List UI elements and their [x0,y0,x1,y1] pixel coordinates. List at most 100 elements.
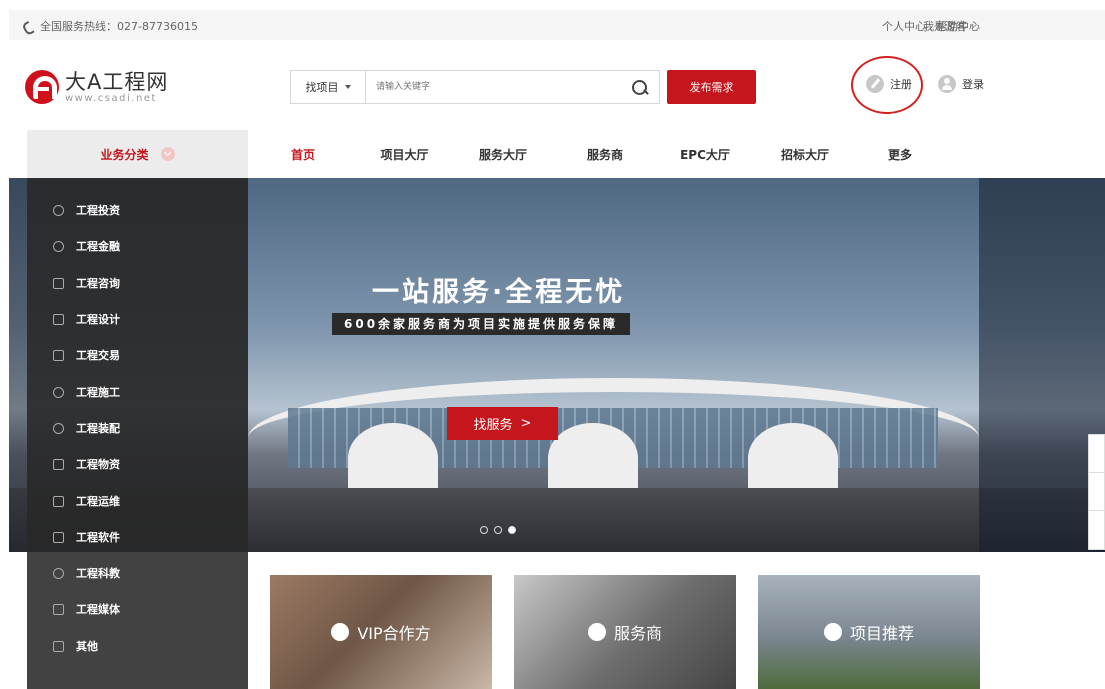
guest-menu[interactable]: 我是游客 [923,18,978,34]
handshake-icon [331,623,350,641]
menu-item-construction[interactable]: 工程施工 [53,382,120,402]
category-menu: 工程投资 工程金融 工程咨询 工程设计 工程交易 工程施工 工程装配 工程物资 … [27,178,248,689]
menu-item-label: 工程设计 [76,313,120,326]
materials-icon [53,458,64,470]
thumbs-up-icon [823,623,842,641]
card-label: 项目推荐 [849,624,914,643]
register-link[interactable]: 注册 [890,76,912,92]
menu-item-label: 工程金融 [76,240,120,253]
hotline-text: 全国服务热线：027-87736015 [40,20,198,33]
nav-item-providers[interactable]: 服务商 [555,146,655,163]
card-service-provider[interactable]: 服务商 [514,575,736,689]
gear-icon [53,567,64,579]
nav-item-more[interactable]: 更多 [855,146,945,163]
login-link[interactable]: 登录 [962,76,984,92]
menu-item-label: 其他 [76,640,98,653]
auth-links: 注册 登录 [866,75,984,93]
banner-subslogan: 600余家服务商为项目实施提供服务保障 [332,313,631,335]
category-label: 业务分类 [100,147,149,162]
chevron-down-icon [969,20,978,29]
carousel-dots [480,526,516,534]
top-bar: 全国服务热线：027-87736015 个人中心 帮助中心 我是游客 [9,10,1105,40]
menu-item-label: 工程媒体 [76,603,120,616]
pen-icon [866,75,884,93]
nav-item-tender[interactable]: 招标大厅 [755,146,855,163]
menu-item-finance[interactable]: 工程金融 [53,236,120,256]
floating-phone-icon[interactable] [1089,473,1104,511]
menu-item-assembly[interactable]: 工程装配 [53,418,120,438]
hotline: 全国服务热线：027-87736015 [23,18,198,34]
assembly-icon [53,422,64,434]
menu-item-operations[interactable]: 工程运维 [53,491,120,511]
carousel-dot[interactable] [494,526,502,534]
menu-item-education[interactable]: 工程科教 [53,563,120,583]
menu-item-label: 工程软件 [76,531,120,544]
worker-icon [53,386,64,398]
banner-slogan: 一站服务·全程无忧 [372,277,626,308]
menu-item-trade[interactable]: 工程交易 [53,345,120,365]
menu-item-other[interactable]: 其他 [53,636,98,656]
investment-icon [53,204,64,216]
logo-url: www.csadi.net [65,92,157,104]
card-label: VIP合作方 [357,624,431,643]
card-project-recommend[interactable]: 项目推荐 [758,575,980,689]
tools-icon [587,623,606,641]
menu-item-label: 工程科教 [76,567,120,580]
logo-text: 大A工程网 www.csadi.net [65,71,168,104]
caret-down-icon [344,85,351,89]
logo-mark-icon [25,70,59,104]
site-logo[interactable]: 大A工程网 www.csadi.net [25,70,168,104]
menu-item-media[interactable]: 工程媒体 [53,599,120,619]
monitor-icon [53,495,64,507]
back-to-top-icon[interactable] [1089,511,1104,549]
document-icon [53,640,64,652]
nav-items: 首页 项目大厅 服务大厅 服务商 EPC大厅 招标大厅 更多 [248,130,945,178]
station-illustration [248,368,979,498]
station-arch [748,423,838,493]
menu-item-investment[interactable]: 工程投资 [53,200,120,220]
floating-toolbar [1088,434,1105,550]
nav-item-services[interactable]: 服务大厅 [451,146,555,163]
business-category-toggle[interactable]: 业务分类 [27,130,248,178]
menu-item-design[interactable]: 工程设计 [53,309,120,329]
card-vip-partner[interactable]: VIP合作方 [270,575,492,689]
menu-item-label: 工程咨询 [76,277,120,290]
arrow-right-icon: > [520,416,532,431]
chevron-down-icon [160,147,175,161]
nav-item-epc[interactable]: EPC大厅 [655,146,755,163]
search-input[interactable] [376,79,616,95]
search-type-select[interactable]: 找项目 [291,71,366,103]
search-type-label: 找项目 [305,81,339,94]
main-nav: 业务分类 首页 项目大厅 服务大厅 服务商 EPC大厅 招标大厅 更多 [0,130,1105,178]
menu-item-label: 工程投资 [76,204,120,217]
menu-item-label: 工程交易 [76,349,120,362]
menu-item-label: 工程施工 [76,386,120,399]
carousel-dot[interactable] [480,526,488,534]
finance-icon [53,240,64,252]
menu-item-materials[interactable]: 工程物资 [53,454,120,474]
guest-label: 我是游客 [923,20,967,33]
user-icon [938,75,956,93]
chat-icon [53,277,64,289]
menu-item-label: 工程物资 [76,458,120,471]
menu-item-label: 工程运维 [76,495,120,508]
design-icon [53,313,64,325]
floating-user-icon[interactable] [1089,435,1104,473]
software-icon [53,531,64,543]
publish-request-button[interactable]: 发布需求 [667,70,756,104]
station-arch [348,423,438,493]
menu-item-label: 工程装配 [76,422,120,435]
link-personal-center[interactable]: 个人中心 [882,18,926,34]
nav-item-home[interactable]: 首页 [248,146,358,163]
find-service-button[interactable]: 找服务 > [447,407,558,440]
search-icon[interactable] [631,79,649,97]
play-icon [53,603,64,615]
carousel-dot-active[interactable] [508,526,516,534]
card-label: 服务商 [613,624,662,643]
menu-item-software[interactable]: 工程软件 [53,527,120,547]
phone-icon [23,21,34,32]
banner-overlay-right [979,178,1105,552]
menu-item-consulting[interactable]: 工程咨询 [53,273,120,293]
station-arch [548,423,638,493]
nav-item-projects[interactable]: 项目大厅 [358,146,451,163]
